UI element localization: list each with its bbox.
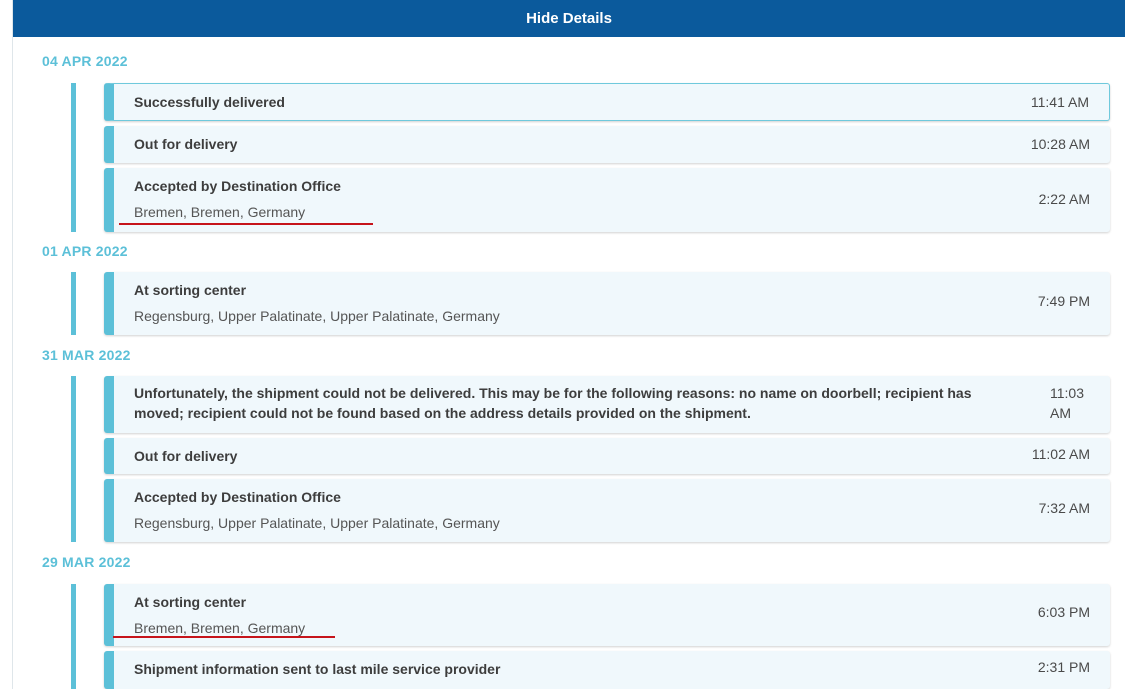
event-card[interactable]: Successfully delivered 11:41 AM [104, 83, 1110, 121]
event-card[interactable]: At sorting center Regensburg, Upper Pala… [104, 272, 1110, 335]
date-heading: 04 APR 2022 [42, 53, 128, 69]
date-heading: 01 APR 2022 [42, 243, 128, 259]
event-card[interactable]: Out for delivery 10:28 AM [104, 126, 1110, 163]
event-title: Accepted by Destination Office [134, 178, 341, 194]
event-card[interactable]: Shipment information sent to last mile s… [104, 651, 1110, 689]
event-time: 2:22 AM [1038, 191, 1090, 207]
event-time: 11:03 AM [1050, 385, 1084, 421]
hide-details-button[interactable]: Hide Details [13, 0, 1125, 37]
event-card[interactable]: Out for delivery 11:02 AM [104, 438, 1110, 474]
red-underline-annotation [119, 223, 373, 225]
date-heading: 31 MAR 2022 [42, 347, 131, 363]
event-card[interactable]: Unfortunately, the shipment could not be… [104, 376, 1110, 433]
event-time: 11:02 AM [1031, 446, 1090, 462]
event-location: Regensburg, Upper Palatinate, Upper Pala… [134, 515, 500, 531]
event-time: 10:28 AM [1030, 136, 1090, 152]
event-title: Accepted by Destination Office [134, 489, 341, 505]
event-title: Out for delivery [134, 136, 238, 152]
timeline-rail [71, 376, 76, 542]
event-time: 6:03 PM [1037, 604, 1090, 620]
event-title: Unfortunately, the shipment could not be… [134, 385, 972, 421]
event-time: 2:31 PM [1037, 659, 1090, 675]
event-title: Shipment information sent to last mile s… [134, 661, 501, 677]
date-heading: 29 MAR 2022 [42, 554, 131, 570]
event-title: Out for delivery [134, 448, 238, 464]
red-underline-annotation [113, 636, 335, 638]
event-location: Bremen, Bremen, Germany [134, 204, 306, 220]
event-location: Regensburg, Upper Palatinate, Upper Pala… [134, 308, 500, 324]
event-title: At sorting center [134, 594, 247, 610]
event-location: Bremen, Bremen, Germany [134, 620, 306, 636]
timeline-rail [71, 83, 76, 232]
event-card[interactable]: Accepted by Destination Office Regensbur… [104, 479, 1110, 542]
event-title: Successfully delivered [134, 94, 285, 110]
event-time: 7:32 AM [1038, 500, 1090, 516]
event-title: At sorting center [134, 282, 247, 298]
event-time: 7:49 PM [1037, 293, 1090, 309]
timeline-rail [71, 584, 76, 689]
event-time: 11:41 AM [1030, 94, 1089, 110]
timeline-rail [71, 272, 76, 335]
